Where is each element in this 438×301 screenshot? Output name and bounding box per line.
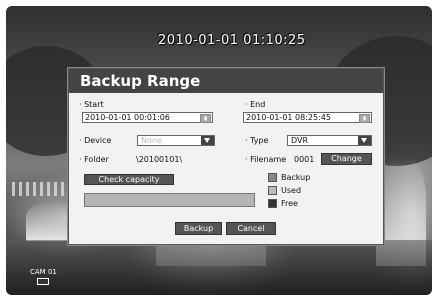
legend-free-label: Free xyxy=(281,199,298,208)
start-time-value: 2010-01-01 00:01:06 xyxy=(85,113,170,122)
end-label: · End xyxy=(245,100,266,109)
filename-label: · Filename xyxy=(245,155,287,164)
start-time-field[interactable]: 2010-01-01 00:01:06 ▲ ▼ xyxy=(82,112,213,123)
backup-button[interactable]: Backup xyxy=(175,222,222,235)
backup-swatch xyxy=(268,173,277,182)
dialog-title: Backup Range xyxy=(69,69,383,93)
osd-datetime: 2010-01-01 01:10:25 xyxy=(158,33,306,48)
free-swatch xyxy=(268,199,277,208)
legend-used-label: Used xyxy=(281,186,302,195)
end-time-value: 2010-01-01 08:25:45 xyxy=(246,113,331,122)
folder-label: · Folder xyxy=(79,155,109,164)
type-label: · Type xyxy=(245,136,269,145)
monitor-frame: 2010-01-01 01:10:25 CAM 01 Backup Range … xyxy=(0,0,438,301)
up-down-arrow-icon[interactable]: ▲ ▼ xyxy=(200,114,211,123)
up-down-arrow-icon[interactable]: ▲ ▼ xyxy=(359,114,370,123)
ground xyxy=(6,240,432,295)
device-label: · Device xyxy=(79,136,112,145)
capacity-bar xyxy=(84,193,255,207)
legend-backup-label: Backup xyxy=(281,173,311,182)
chevron-down-icon[interactable] xyxy=(358,136,371,145)
camera-name: CAM 01 xyxy=(30,268,57,276)
cancel-button[interactable]: Cancel xyxy=(226,222,276,235)
folder-value: \20100101\ xyxy=(136,155,183,164)
backup-range-dialog: Backup Range · Start 2010-01-01 00:01:06… xyxy=(68,68,384,245)
device-value: None xyxy=(141,136,162,145)
chevron-down-icon[interactable] xyxy=(201,136,214,145)
check-capacity-button[interactable]: Check capacity xyxy=(84,174,174,185)
type-dropdown[interactable]: DVR xyxy=(287,135,372,146)
device-dropdown[interactable]: None xyxy=(137,135,215,146)
type-value: DVR xyxy=(291,136,309,145)
camera-icon xyxy=(37,278,50,285)
filename-value: 0001 xyxy=(294,155,315,164)
camera-label: CAM 01 xyxy=(30,268,57,288)
used-swatch xyxy=(268,186,277,195)
railing xyxy=(12,182,72,196)
end-time-field[interactable]: 2010-01-01 08:25:45 ▲ ▼ xyxy=(243,112,372,123)
start-label: · Start xyxy=(79,100,104,109)
change-button[interactable]: Change xyxy=(321,153,372,165)
